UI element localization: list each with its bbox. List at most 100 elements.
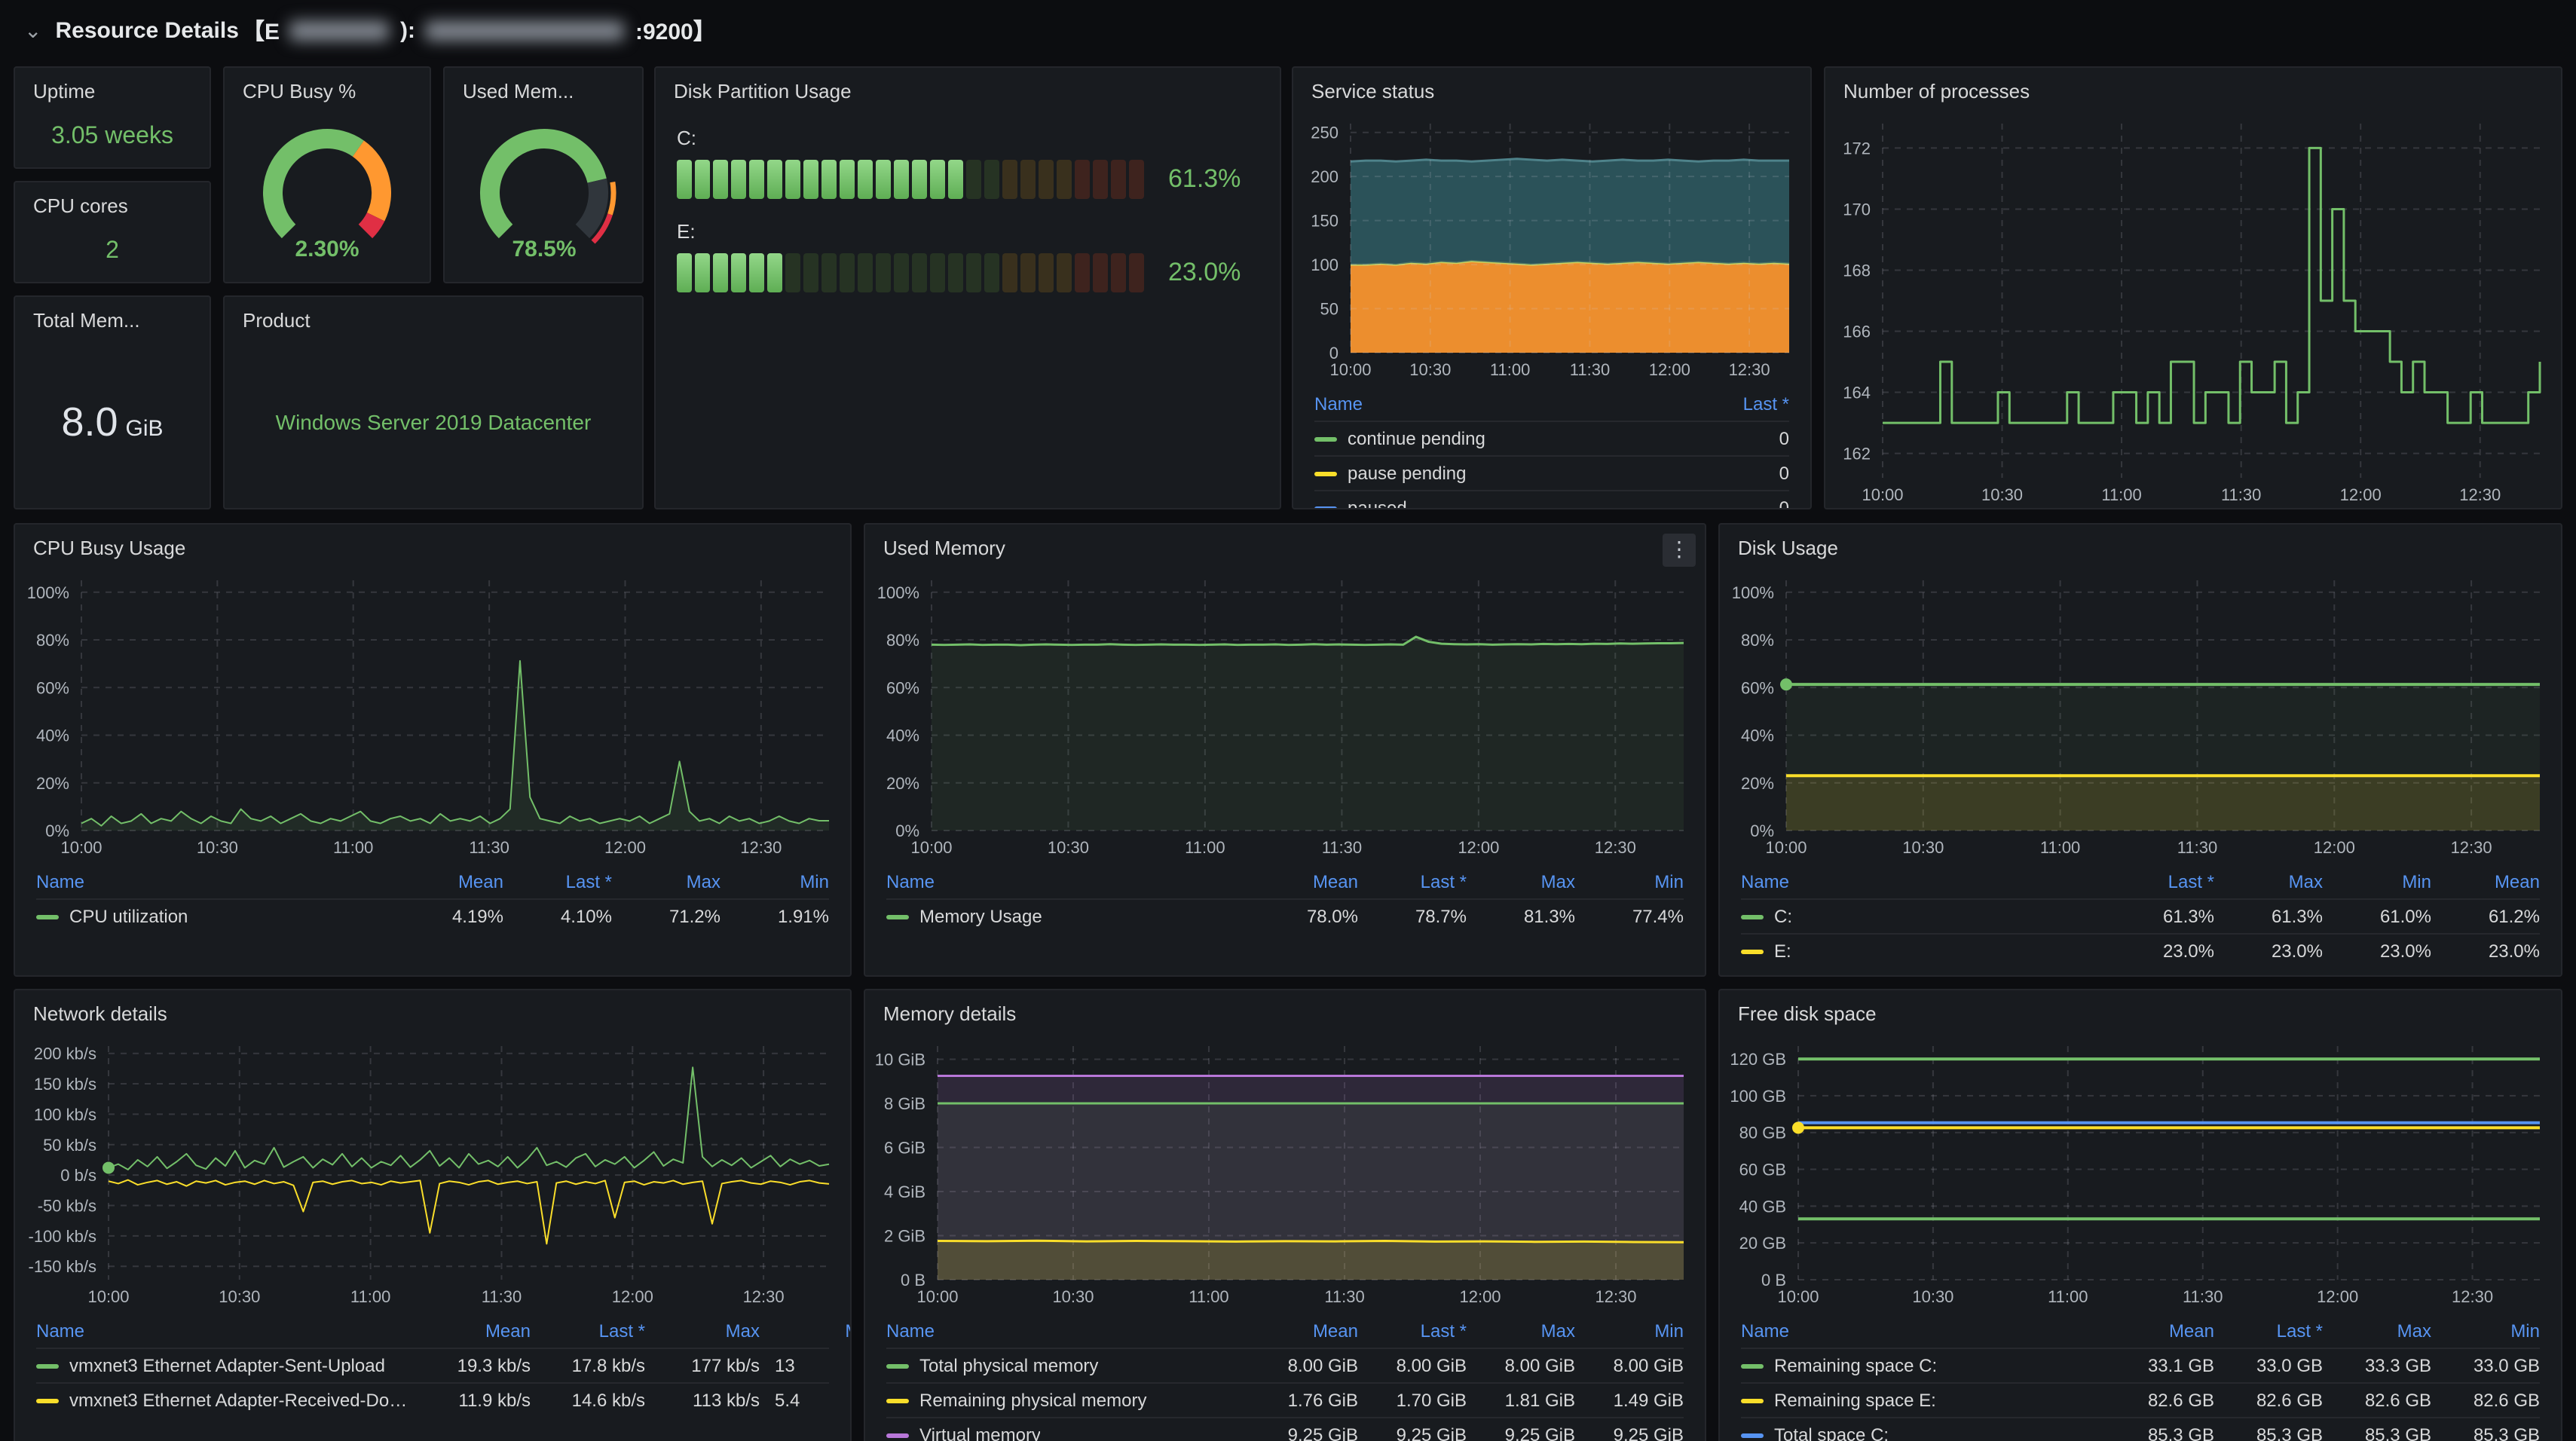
cpu-busy-usage-chart[interactable]: 0%20%40%60%80%100%10:0010:3011:0011:3012…: [15, 565, 850, 861]
legend-col-header[interactable]: Last *: [2106, 870, 2214, 892]
panel-title[interactable]: Disk Partition Usage: [656, 68, 1280, 109]
panel-title[interactable]: Product: [225, 297, 642, 338]
panel-title[interactable]: Service status: [1293, 68, 1810, 109]
series-color-icon: [36, 1398, 59, 1403]
disk-partition-value: 23.0%: [1168, 258, 1259, 288]
legend-series-name[interactable]: CPU utilization: [36, 906, 395, 927]
svg-text:11:00: 11:00: [1189, 1287, 1228, 1306]
legend-series-name[interactable]: Remaining space C:: [1741, 1355, 2106, 1376]
service-status-chart[interactable]: 05010015020025010:0010:3011:0011:3012:00…: [1293, 109, 1810, 383]
legend-series-name[interactable]: Remaining space E:: [1741, 1390, 2106, 1411]
legend-col-header[interactable]: Name: [1741, 870, 2106, 892]
legend-col-header[interactable]: Mean: [1250, 870, 1358, 892]
legend-col-header[interactable]: Last *: [2214, 1320, 2323, 1341]
panel-title[interactable]: Network details: [15, 990, 850, 1031]
legend-col-header[interactable]: Mean: [416, 1320, 531, 1341]
legend-col-header[interactable]: Last *: [1681, 393, 1789, 414]
legend-col-header[interactable]: Mean: [1250, 1320, 1358, 1341]
legend-col-header[interactable]: Name: [36, 870, 395, 892]
legend-series-name[interactable]: continue pending: [1314, 428, 1681, 449]
legend-series-name[interactable]: paused: [1314, 497, 1681, 509]
legend-col-header[interactable]: Max: [645, 1320, 760, 1341]
panel-menu-icon[interactable]: ⋮: [1663, 534, 1696, 567]
legend-col-header[interactable]: Max: [1467, 1320, 1575, 1341]
panel-title[interactable]: Total Mem...: [15, 297, 210, 338]
legend-col-header[interactable]: Name: [1314, 393, 1681, 414]
svg-text:120 GB: 120 GB: [1730, 1050, 1786, 1069]
legend-col-header[interactable]: Min: [760, 1320, 850, 1341]
panel-title[interactable]: CPU Busy %: [225, 68, 430, 109]
legend-series-name[interactable]: E:: [1741, 941, 2106, 962]
legend-value: 4.10%: [503, 906, 612, 927]
legend-series-name[interactable]: C:: [1741, 906, 2106, 927]
svg-text:100%: 100%: [1732, 583, 1774, 602]
chart-legend: NameMeanLast *MaxMinCPU utilization4.19%…: [15, 861, 850, 933]
legend-series-name[interactable]: Remaining physical memory: [886, 1390, 1250, 1411]
legend-col-header[interactable]: Max: [2323, 1320, 2431, 1341]
legend-value: 9.25 GiB: [1250, 1424, 1358, 1441]
series-color-icon: [1741, 1433, 1764, 1437]
used-memory-chart[interactable]: 0%20%40%60%80%100%10:0010:3011:0011:3012…: [865, 565, 1705, 861]
cpu-cores-value: 2: [96, 237, 128, 268]
memory-details-chart[interactable]: 0 B2 GiB4 GiB6 GiB8 GiB10 GiB10:0010:301…: [865, 1031, 1705, 1310]
legend-col-header[interactable]: Last *: [1358, 1320, 1467, 1341]
legend-col-header[interactable]: Max: [1467, 870, 1575, 892]
series-color-icon: [886, 1433, 909, 1437]
svg-text:60%: 60%: [1741, 678, 1774, 697]
panel-title[interactable]: CPU cores: [15, 182, 210, 223]
legend-series-name[interactable]: pause pending: [1314, 463, 1681, 484]
legend-series-name[interactable]: vmxnet3 Ethernet Adapter-Sent-Upload: [36, 1355, 416, 1376]
row-title-bracket: 【E: [242, 14, 280, 46]
svg-text:12:00: 12:00: [1459, 1287, 1501, 1306]
legend-col-header[interactable]: Max: [612, 870, 720, 892]
panel-title[interactable]: Number of processes: [1825, 68, 2561, 109]
row-collapse-chevron-icon[interactable]: ⌄: [24, 17, 41, 43]
legend-col-header[interactable]: Min: [1575, 870, 1684, 892]
svg-text:11:00: 11:00: [1490, 360, 1530, 379]
panel-title[interactable]: Used Memory: [865, 525, 1705, 565]
legend-series-name[interactable]: Total space C:: [1741, 1424, 2106, 1441]
legend-col-header[interactable]: Last *: [503, 870, 612, 892]
panel-title[interactable]: Used Mem...: [445, 68, 642, 109]
legend-series-name[interactable]: Virtual memory: [886, 1424, 1250, 1441]
panel-title[interactable]: Disk Usage: [1720, 525, 2561, 565]
svg-text:12:30: 12:30: [2459, 485, 2501, 504]
legend-col-header[interactable]: Last *: [531, 1320, 645, 1341]
panel-title[interactable]: Free disk space: [1720, 990, 2561, 1031]
free-disk-chart[interactable]: 0 B20 GB40 GB60 GB80 GB100 GB120 GB10:00…: [1720, 1031, 2561, 1310]
legend-series-name[interactable]: vmxnet3 Ethernet Adapter-Received-Downlo…: [36, 1390, 416, 1411]
disk-partition-value: 61.3%: [1168, 164, 1259, 194]
legend-col-header[interactable]: Min: [720, 870, 829, 892]
legend-col-header[interactable]: Last *: [1358, 870, 1467, 892]
legend-series-name[interactable]: Memory Usage: [886, 906, 1250, 927]
legend-series-name[interactable]: Total physical memory: [886, 1355, 1250, 1376]
legend-col-header[interactable]: Mean: [2431, 870, 2540, 892]
legend-col-header[interactable]: Name: [36, 1320, 416, 1341]
used-memory-gauge: 78.5%: [445, 109, 642, 282]
network-chart[interactable]: 200 kb/s150 kb/s100 kb/s50 kb/s0 b/s-50 …: [15, 1031, 850, 1310]
legend-col-header[interactable]: Min: [2323, 870, 2431, 892]
legend-value: 8.00 GiB: [1575, 1355, 1684, 1376]
legend-col-header[interactable]: Mean: [395, 870, 503, 892]
legend-value: 61.3%: [2106, 906, 2214, 927]
legend-col-header[interactable]: Min: [1575, 1320, 1684, 1341]
legend-col-header[interactable]: Mean: [2106, 1320, 2214, 1341]
dashboard-row-title[interactable]: Resource Details 【E ): :9200】: [55, 14, 718, 46]
legend-col-header[interactable]: Name: [1741, 1320, 2106, 1341]
legend-col-header[interactable]: Min: [2431, 1320, 2540, 1341]
svg-text:4 GiB: 4 GiB: [884, 1182, 925, 1201]
panel-title[interactable]: CPU Busy Usage: [15, 525, 850, 565]
disk-usage-chart[interactable]: 0%20%40%60%80%100%10:0010:3011:0011:3012…: [1720, 565, 2561, 861]
svg-text:12:30: 12:30: [2451, 838, 2492, 857]
panel-title[interactable]: Memory details: [865, 990, 1705, 1031]
legend-col-header[interactable]: Max: [2214, 870, 2323, 892]
svg-text:12:00: 12:00: [2317, 1287, 2358, 1306]
legend-value: 14.6 kb/s: [531, 1390, 645, 1411]
processes-chart[interactable]: 16216416616817017210:0010:3011:0011:3012…: [1825, 109, 2561, 508]
legend-value: 0: [1681, 497, 1789, 509]
panel-title[interactable]: Uptime: [15, 68, 210, 109]
legend-value: 9.25 GiB: [1358, 1424, 1467, 1441]
legend-col-header[interactable]: Name: [886, 1320, 1250, 1341]
legend-col-header[interactable]: Name: [886, 870, 1250, 892]
svg-text:100%: 100%: [27, 583, 69, 602]
